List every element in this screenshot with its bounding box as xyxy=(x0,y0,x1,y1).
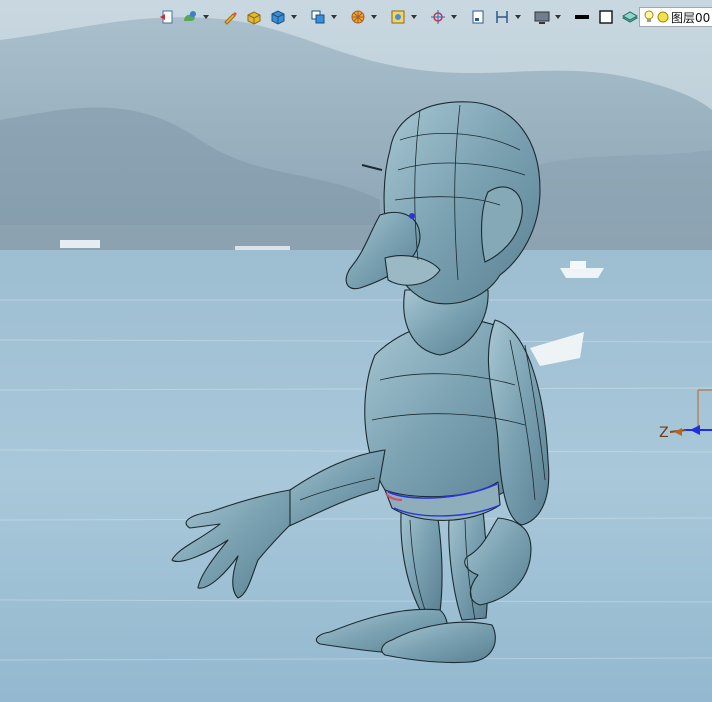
frame-icon xyxy=(472,10,484,24)
section-view-button[interactable] xyxy=(307,6,329,28)
chevron-down-icon xyxy=(291,15,297,19)
left-hand xyxy=(171,489,291,599)
display-style-button[interactable] xyxy=(179,6,201,28)
cube-view-button[interactable] xyxy=(267,6,289,28)
palette-icon xyxy=(184,11,196,21)
monitor-icon xyxy=(534,11,550,24)
measure-dropdown[interactable] xyxy=(515,6,521,28)
cube-icon xyxy=(271,10,285,25)
view-back-button[interactable] xyxy=(155,6,177,28)
measure-icon xyxy=(496,11,508,23)
orient-dropdown[interactable] xyxy=(451,6,457,28)
monitor-button[interactable] xyxy=(531,6,553,28)
3d-viewport[interactable]: Z xyxy=(0,0,712,702)
fit-icon xyxy=(391,10,405,24)
layers-icon xyxy=(622,11,638,23)
line-color-button[interactable] xyxy=(571,6,593,28)
square-outline-icon xyxy=(599,10,613,24)
fit-view-button[interactable] xyxy=(387,6,409,28)
view-toolbar xyxy=(155,4,712,30)
fill-color-button[interactable] xyxy=(595,6,617,28)
crosshair-icon xyxy=(431,10,445,24)
chevron-down-icon xyxy=(331,15,337,19)
layer-color-dot-icon xyxy=(657,11,669,23)
cube-view-dropdown[interactable] xyxy=(291,6,297,28)
lightbulb-icon xyxy=(644,10,654,22)
pencil-icon xyxy=(224,12,237,25)
back-arrow-icon xyxy=(160,10,173,24)
line-swatch-icon xyxy=(575,15,589,19)
layer-stack-button[interactable] xyxy=(619,6,641,28)
z-axis-label: Z xyxy=(659,425,669,441)
measure-button[interactable] xyxy=(491,6,513,28)
chevron-down-icon xyxy=(411,15,417,19)
layer-select[interactable]: 图层00 xyxy=(639,7,712,27)
pencil-tool-button[interactable] xyxy=(219,6,241,28)
chevron-down-icon xyxy=(451,15,457,19)
shaded-box-button[interactable] xyxy=(243,6,265,28)
box-icon xyxy=(247,11,261,25)
display-style-dropdown[interactable] xyxy=(203,6,209,28)
creature-model[interactable] xyxy=(0,0,712,702)
lighting-dropdown[interactable] xyxy=(371,6,377,28)
frame-button[interactable] xyxy=(467,6,489,28)
chevron-down-icon xyxy=(515,15,521,19)
layer-name: 图层00 xyxy=(671,10,711,25)
sun-wheel-icon xyxy=(351,10,365,24)
lighting-button[interactable] xyxy=(347,6,369,28)
section-view-dropdown[interactable] xyxy=(331,6,337,28)
orient-button[interactable] xyxy=(427,6,449,28)
monitor-dropdown[interactable] xyxy=(555,6,561,28)
chevron-down-icon xyxy=(203,15,209,19)
chevron-down-icon xyxy=(555,15,561,19)
chevron-down-icon xyxy=(371,15,377,19)
fit-view-dropdown[interactable] xyxy=(411,6,417,28)
section-icon xyxy=(311,10,325,24)
